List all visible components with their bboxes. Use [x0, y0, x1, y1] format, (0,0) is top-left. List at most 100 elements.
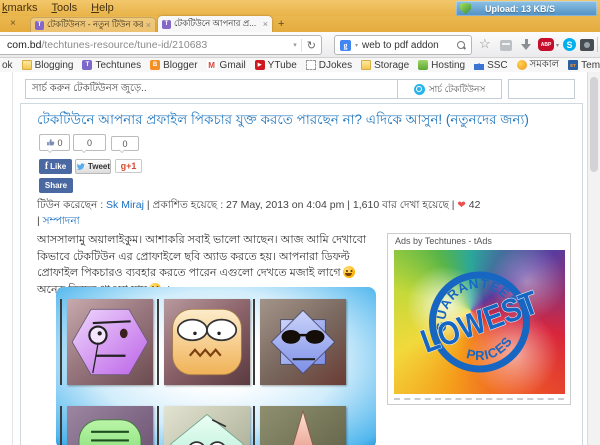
- author-link[interactable]: Sk Miraj: [106, 199, 144, 211]
- bookmark-label: সমকাল: [529, 58, 560, 70]
- bookmark-storage[interactable]: Storage: [361, 60, 409, 71]
- search-icon: [413, 83, 425, 95]
- site-search-bar[interactable]: সার্চ করুন টেকটিউনস জুড়ে.. সার্চ টেকটিউ…: [25, 79, 502, 99]
- new-tab-button[interactable]: +: [278, 18, 284, 30]
- bookmark-label: Hosting: [431, 59, 466, 71]
- tweet-count: 0: [73, 134, 106, 151]
- bookmark-blogger[interactable]: B Blogger: [150, 60, 198, 71]
- orange-dot-icon: [516, 60, 527, 70]
- separator: |: [146, 199, 150, 211]
- adblock-plus-icon[interactable]: ABP: [538, 38, 554, 51]
- avatar-star-sunglasses: [253, 299, 346, 385]
- heart-icon: ❤: [457, 200, 466, 211]
- download-manager-upload-bar[interactable]: Upload: 13 KB/S: [456, 1, 597, 16]
- bookmark-templates[interactable]: ETTemplates: [568, 60, 600, 71]
- bookmark-label: ok: [2, 59, 13, 71]
- reload-icon[interactable]: ↻: [300, 38, 316, 52]
- close-tab-icon[interactable]: ×: [10, 18, 16, 29]
- templates-icon: ET: [568, 60, 579, 70]
- close-tab-icon[interactable]: ×: [263, 19, 268, 29]
- tab-title: টেকটিউনে আপনার প্র...: [174, 18, 257, 28]
- bookmark-djokes[interactable]: DJokes: [305, 60, 352, 71]
- tweet-button[interactable]: Tweet: [75, 159, 111, 174]
- bookmark-label: YTube: [267, 59, 297, 71]
- search-icon[interactable]: [457, 40, 466, 50]
- bookmark-blogging[interactable]: Blogging: [21, 59, 74, 71]
- folder-icon: [21, 60, 32, 70]
- tab-strip: × T টেকটিউনস - নতুন টিউন করুন × T টেকটিউ…: [0, 16, 600, 32]
- tab-profile-picture-tune[interactable]: T টেকটিউনে আপনার প্র... ×: [158, 16, 272, 32]
- home-icon: [474, 63, 485, 70]
- upload-speed-label: Upload: 13 KB/S: [485, 3, 556, 14]
- tune-title: টেকটিউনে আপনার প্রফাইল পিকচার যুক্ত করতে…: [37, 112, 529, 127]
- avatar-worried-face: [157, 299, 250, 385]
- toolbar-divider: [597, 37, 598, 52]
- search-engine-box[interactable]: g ▾ web to pdf addon: [334, 35, 472, 55]
- bookmark-star-icon[interactable]: ☆: [479, 37, 491, 50]
- bookmark-label: Gmail: [219, 59, 246, 71]
- ad-divider-dashed: [394, 398, 564, 400]
- url-dropdown-icon[interactable]: ▾: [289, 41, 301, 49]
- bookmark-gmail[interactable]: M Gmail: [206, 59, 246, 71]
- close-tab-icon[interactable]: ×: [146, 20, 151, 30]
- skype-icon[interactable]: S: [563, 38, 576, 51]
- lowest-prices-stamp: GUARANTEED PRICES LOWEST: [415, 263, 543, 373]
- avatar-green-robot: [60, 406, 153, 445]
- url-path: /techtunes-resource/tune-id/210683: [41, 39, 208, 51]
- tab-title: টেকটিউনস - নতুন টিউন করুন: [47, 19, 143, 29]
- gmail-icon: M: [206, 60, 217, 70]
- tab-new-tune[interactable]: T টেকটিউনস - নতুন টিউন করুন ×: [30, 17, 156, 32]
- search-engine-dropdown-icon[interactable]: ▾: [355, 42, 358, 49]
- hosting-icon: [418, 60, 429, 70]
- site-search-button-label: সার্চ টেকটিউনস: [428, 83, 486, 94]
- avatar-cone-nose: [253, 406, 346, 445]
- tune-meta-line: টিউন করেছেন : Sk Miraj | প্রকাশিত হয়েছে…: [37, 198, 571, 215]
- bookmark-ok[interactable]: ok: [2, 60, 13, 71]
- folder-icon: [361, 60, 372, 70]
- twitter-bird-icon: [76, 163, 85, 170]
- site-search-placeholder: সার্চ করুন টেকটিউনস জুড়ে..: [32, 82, 147, 94]
- menu-tools[interactable]: Tools: [51, 2, 77, 14]
- bookmark-hosting[interactable]: Hosting: [418, 60, 465, 71]
- avatar-mint-pentagon: [157, 406, 250, 445]
- count-value: 0: [57, 137, 63, 148]
- blogger-icon: B: [150, 60, 161, 70]
- edit-link[interactable]: সম্পাদনা: [43, 215, 80, 227]
- menu-bookmarks[interactable]: kmarks: [2, 2, 37, 14]
- browser-window: kmarks Tools Help Upload: 13 KB/S × T টে…: [0, 0, 600, 445]
- bookmark-ssc[interactable]: SSC: [474, 60, 508, 71]
- techtunes-favicon-icon: T: [35, 20, 44, 30]
- page-scrollbar[interactable]: [587, 72, 600, 445]
- view-count: 1,610 বার দেখা হয়েছে: [352, 199, 449, 211]
- techtunes-favicon-icon: T: [162, 19, 171, 29]
- facebook-share-button[interactable]: Share: [39, 178, 73, 193]
- bookmark-somokal[interactable]: সমকাল: [516, 58, 560, 72]
- youtube-icon: ▶: [254, 60, 265, 70]
- menu-help[interactable]: Help: [91, 2, 114, 14]
- ad-banner-image[interactable]: GUARANTEED PRICES LOWEST: [394, 250, 565, 394]
- header-side-box[interactable]: [508, 79, 575, 99]
- bookmark-techtunes[interactable]: T Techtunes: [82, 60, 141, 71]
- screenshot-addon-icon[interactable]: [580, 39, 594, 51]
- history-archive-icon[interactable]: [500, 40, 512, 51]
- bookmark-label: Blogging: [34, 59, 74, 71]
- downloads-icon[interactable]: [521, 39, 532, 50]
- body-text: আসসালামু অয়ালাইকুম। আশাকরি সবাই ভালো আছ…: [37, 234, 367, 279]
- search-input[interactable]: web to pdf addon: [362, 40, 453, 51]
- share-label: Share: [44, 181, 68, 190]
- facebook-like-count: 0: [39, 134, 70, 151]
- ads-header-label: Ads by Techtunes - tAds: [395, 236, 492, 246]
- bookmark-ytube[interactable]: ▶ YTube: [254, 59, 297, 71]
- like-label: Like: [50, 162, 67, 171]
- scrollbar-thumb[interactable]: [590, 77, 598, 172]
- google-plus-one-button[interactable]: g+1: [115, 159, 142, 173]
- site-search-button[interactable]: সার্চ টেকটিউনস: [397, 80, 501, 98]
- techtunes-icon: T: [82, 60, 93, 70]
- avatar-hexagon-monocle: [60, 299, 153, 385]
- adblock-dropdown-icon[interactable]: ▾: [556, 42, 559, 49]
- separator: |: [37, 215, 40, 227]
- facebook-like-button[interactable]: f Like: [39, 159, 72, 174]
- url-bar[interactable]: com.bd /techtunes-resource/tune-id/21068…: [0, 35, 322, 55]
- facebook-icon: f: [44, 161, 49, 172]
- shield-icon: [460, 2, 471, 15]
